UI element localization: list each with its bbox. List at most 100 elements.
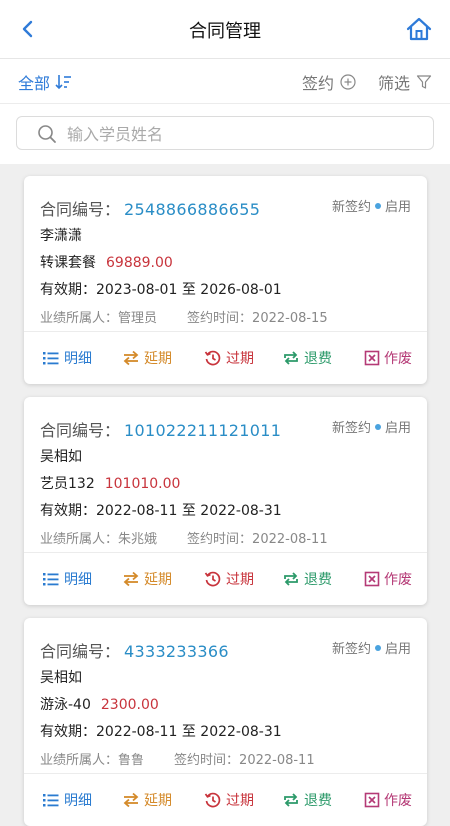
validity-end: 2022-08-31 <box>200 503 282 519</box>
validity-row: 有效期：2022-08-11 至 2022-08-31 <box>40 721 282 741</box>
validity-label: 有效期： <box>40 503 96 519</box>
refund-button[interactable]: 退费 <box>282 790 332 810</box>
extend-label: 延期 <box>144 572 172 588</box>
swap-icon <box>123 571 139 587</box>
card-actions: 明细 延期 过期 退费 作废 <box>24 332 427 384</box>
meta-row: 业绩所属人：管理员 签约时间：2022-08-15 <box>40 307 328 326</box>
home-icon[interactable] <box>406 17 432 41</box>
contract-type: 新签约 <box>331 200 371 215</box>
expire-label: 过期 <box>226 572 254 588</box>
expire-button[interactable]: 过期 <box>204 569 254 589</box>
contract-number-label: 合同编号： <box>40 421 121 440</box>
history-clock-icon <box>204 571 221 587</box>
package-row: 转课套餐 69889.00 <box>40 252 173 272</box>
validity-row: 有效期：2023-08-01 至 2026-08-01 <box>40 279 282 299</box>
nav-bar: 合同管理 <box>0 0 450 59</box>
extend-label: 延期 <box>144 793 172 809</box>
owner-label: 业绩所属人： <box>40 753 119 768</box>
funnel-icon <box>416 75 432 89</box>
refund-button[interactable]: 退费 <box>282 348 332 368</box>
package-name: 艺员132 <box>40 476 95 492</box>
void-button[interactable]: 作废 <box>364 790 412 810</box>
status-badge: 启用 <box>384 642 411 657</box>
detail-button[interactable]: 明细 <box>42 569 92 589</box>
close-box-icon <box>364 792 380 808</box>
refund-label: 退费 <box>304 793 332 809</box>
void-button[interactable]: 作废 <box>364 569 412 589</box>
contract-type: 新签约 <box>331 421 371 436</box>
card-actions: 明细 延期 过期 退费 作废 <box>24 553 427 605</box>
expire-button[interactable]: 过期 <box>204 790 254 810</box>
search-box[interactable] <box>16 116 434 150</box>
contract-card[interactable]: 合同编号： 4333233366 新签约 启用 吴相如 游泳-40 2300.00 … <box>24 618 427 826</box>
status-dot-icon <box>374 202 381 209</box>
owner-name: 朱兆娥 <box>118 532 158 547</box>
contract-number-row: 合同编号： 2548866886655 <box>40 196 260 220</box>
void-label: 作废 <box>384 793 412 809</box>
contract-card[interactable]: 合同编号： 2548866886655 新签约 启用 李潇潇 转课套餐 69889.… <box>24 176 427 384</box>
filter-button[interactable]: 筛选 <box>378 70 432 94</box>
sign-time: 2022-08-15 <box>252 311 328 326</box>
close-box-icon <box>364 571 380 587</box>
list-icon <box>43 573 59 586</box>
close-box-icon <box>364 350 380 366</box>
package-row: 游泳-40 2300.00 <box>40 694 159 714</box>
sort-icon <box>55 75 72 90</box>
list-icon <box>43 794 59 807</box>
card-actions: 明细 延期 过期 退费 作废 <box>24 774 427 826</box>
contract-number: 101022211121011 <box>124 421 282 440</box>
search-icon <box>38 125 56 143</box>
history-clock-icon <box>204 350 221 366</box>
validity-to: 至 <box>181 282 196 298</box>
swap-icon <box>123 350 139 366</box>
expire-button[interactable]: 过期 <box>204 348 254 368</box>
filter-all-button[interactable]: 全部 <box>18 70 72 94</box>
void-label: 作废 <box>384 572 412 588</box>
refund-label: 退费 <box>304 351 332 367</box>
sign-time-label: 签约时间： <box>187 311 253 326</box>
detail-label: 明细 <box>64 351 92 367</box>
validity-end: 2022-08-31 <box>200 724 282 740</box>
expire-label: 过期 <box>226 351 254 367</box>
status-badge: 启用 <box>384 200 411 215</box>
detail-button[interactable]: 明细 <box>42 348 92 368</box>
sign-time-label: 签约时间： <box>174 753 240 768</box>
detail-button[interactable]: 明细 <box>42 790 92 810</box>
swap-icon <box>123 792 139 808</box>
contract-card[interactable]: 合同编号： 101022211121011 新签约 启用 吴相如 艺员132 101… <box>24 397 427 605</box>
owner-label: 业绩所属人： <box>40 532 119 547</box>
owner-name: 管理员 <box>118 311 158 326</box>
filter-bar: 全部 签约 筛选 <box>0 59 450 104</box>
package-price: 69889.00 <box>106 255 173 271</box>
status-dot-icon <box>374 423 381 430</box>
sign-label: 签约 <box>302 74 335 93</box>
extend-label: 延期 <box>144 351 172 367</box>
validity-label: 有效期： <box>40 724 96 740</box>
extend-button[interactable]: 延期 <box>122 569 172 589</box>
history-clock-icon <box>204 792 221 808</box>
void-button[interactable]: 作废 <box>364 348 412 368</box>
filter-all-label: 全部 <box>18 74 51 93</box>
search-input[interactable] <box>65 121 419 147</box>
refund-button[interactable]: 退费 <box>282 569 332 589</box>
extend-button[interactable]: 延期 <box>122 348 172 368</box>
package-price: 2300.00 <box>100 697 159 713</box>
validity-end: 2026-08-01 <box>200 282 282 298</box>
list-icon <box>43 352 59 365</box>
sign-contract-button[interactable]: 签约 <box>302 70 356 94</box>
validity-to: 至 <box>181 503 196 519</box>
void-label: 作废 <box>384 351 412 367</box>
contract-status: 新签约 启用 <box>332 417 411 436</box>
student-name: 吴相如 <box>40 670 82 686</box>
contract-number: 4333233366 <box>124 642 229 661</box>
extend-button[interactable]: 延期 <box>122 790 172 810</box>
validity-label: 有效期： <box>40 282 96 298</box>
plus-circle-icon <box>340 74 356 90</box>
repeat-icon <box>284 572 298 586</box>
validity-row: 有效期：2022-08-11 至 2022-08-31 <box>40 500 282 520</box>
contract-number-label: 合同编号： <box>40 642 121 661</box>
sign-time: 2022-08-11 <box>239 753 315 768</box>
validity-start: 2022-08-11 <box>96 503 178 519</box>
expire-label: 过期 <box>226 793 254 809</box>
refund-label: 退费 <box>304 572 332 588</box>
